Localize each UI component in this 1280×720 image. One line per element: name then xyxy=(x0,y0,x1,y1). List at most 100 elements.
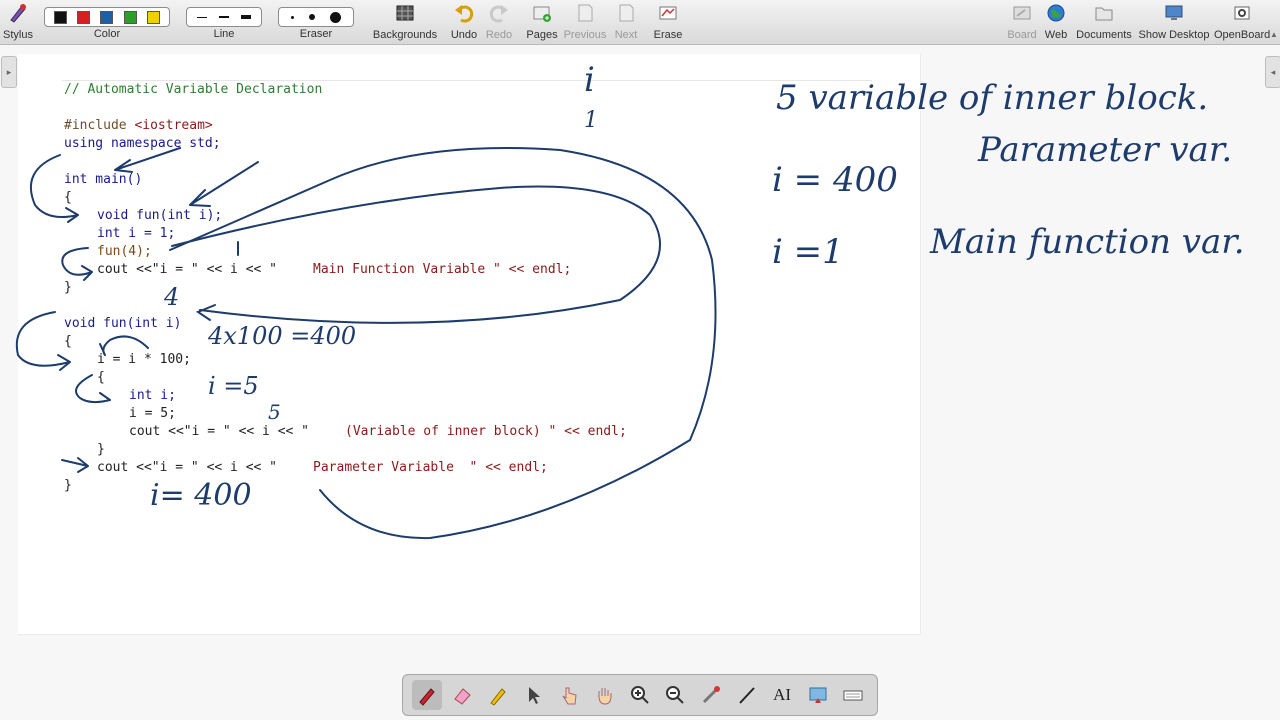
line-width-picker[interactable] xyxy=(186,7,262,27)
color-yellow[interactable] xyxy=(146,10,160,24)
next-button[interactable]: Next xyxy=(610,2,642,41)
pen-tool[interactable] xyxy=(411,680,442,710)
code-comment: // Automatic Variable Declaration xyxy=(64,82,323,97)
openboard-label: OpenBoard xyxy=(1214,29,1271,41)
eraser-label: Eraser xyxy=(299,28,333,40)
line-icon xyxy=(738,687,755,704)
line-thick[interactable] xyxy=(241,15,251,19)
cout-param-part-a: cout <<"i = " << i << " xyxy=(97,460,278,475)
cout-param-part-b: Parameter Variable " << endl; xyxy=(313,460,548,475)
line-thin[interactable] xyxy=(197,16,207,18)
show-desktop-label: Show Desktop xyxy=(1138,29,1210,41)
cout-inner-part-a: cout <<"i = " << i << " xyxy=(129,424,310,439)
keyboard-tool[interactable] xyxy=(838,680,868,710)
eraser-large[interactable] xyxy=(330,11,342,23)
backgrounds-button[interactable]: Backgrounds xyxy=(372,2,438,41)
capture-tool[interactable] xyxy=(803,680,833,710)
documents-button[interactable]: Documents xyxy=(1074,2,1134,41)
color-green[interactable] xyxy=(123,10,137,24)
pages-icon xyxy=(533,6,551,22)
openboard-menu-button[interactable]: OpenBoard xyxy=(1214,2,1270,41)
stylus-button[interactable]: Stylus xyxy=(2,2,34,41)
color-red[interactable] xyxy=(77,10,91,24)
selector-tool[interactable] xyxy=(518,680,548,710)
eraser-medium[interactable] xyxy=(308,14,315,20)
ink-note-main-function: Main function var. xyxy=(930,222,1245,262)
web-label: Web xyxy=(1044,29,1068,41)
tool-palette: AI xyxy=(402,674,878,716)
right-panel-toggle[interactable]: ◂ xyxy=(1265,56,1280,88)
code-brace: { xyxy=(97,370,105,385)
line-medium[interactable] xyxy=(219,16,229,18)
marker-tool[interactable] xyxy=(483,680,513,710)
code-cout-param: cout <<"i = " << i << " Parameter Variabl… xyxy=(97,459,548,477)
hand-icon xyxy=(598,688,612,705)
zoom-in-tool[interactable] xyxy=(625,680,655,710)
undo-button[interactable]: Undo xyxy=(448,2,480,41)
stylus-icon xyxy=(10,4,26,23)
main-toolbar: Stylus Color Line Eraser Backgrounds Und… xyxy=(0,0,1280,45)
code-fun-signature: void fun(int i) xyxy=(64,316,182,331)
cout-main-part-a: cout <<"i = " << i << " xyxy=(97,262,278,277)
marker-icon xyxy=(490,688,506,706)
code-cout-inner: cout <<"i = " << i << " (Variable of inne… xyxy=(129,423,627,441)
code-brace: } xyxy=(97,442,105,457)
code-include-line: #include <iostream> xyxy=(64,117,213,135)
hand-tool[interactable] xyxy=(589,680,619,710)
interact-icon xyxy=(562,687,577,705)
web-button[interactable]: Web xyxy=(1042,2,1070,41)
redo-button[interactable]: Redo xyxy=(484,2,514,41)
color-label: Color xyxy=(93,28,121,40)
redo-label: Redo xyxy=(485,29,513,41)
interact-tool[interactable] xyxy=(554,680,584,710)
eraser-size-picker[interactable] xyxy=(278,7,354,27)
previous-label: Previous xyxy=(563,29,607,41)
ink-top-one: 1 xyxy=(584,108,598,133)
color-picker[interactable] xyxy=(44,7,170,27)
code-inner-assign: i = 5; xyxy=(129,406,176,421)
gear-icon xyxy=(1234,6,1250,20)
eraser-tool[interactable] xyxy=(447,680,477,710)
show-desktop-button[interactable]: Show Desktop xyxy=(1136,2,1212,41)
grid-background-icon xyxy=(396,5,414,21)
monitor-icon xyxy=(1165,5,1183,20)
code-i-multiply: i = i * 100; xyxy=(97,352,191,367)
code-cout-main: cout <<"i = " << i << " Main Function Var… xyxy=(97,261,571,279)
left-panel-toggle[interactable]: ▸ xyxy=(1,56,17,88)
pen-icon xyxy=(419,688,435,706)
text-tool[interactable]: AI xyxy=(767,680,797,710)
laser-pointer-icon xyxy=(702,686,721,704)
laser-pointer-tool[interactable] xyxy=(696,680,726,710)
eraser-small[interactable] xyxy=(290,15,294,19)
zoom-out-icon xyxy=(666,686,685,704)
board-label: Board xyxy=(1007,29,1037,41)
zoom-in-icon xyxy=(630,686,649,704)
capture-icon xyxy=(809,687,827,703)
code-inner-int: int i; xyxy=(129,388,176,403)
zoom-out-tool[interactable] xyxy=(660,680,690,710)
selector-icon xyxy=(529,687,541,704)
keyboard-icon xyxy=(843,690,863,701)
color-black[interactable] xyxy=(54,10,68,24)
text-icon: AI xyxy=(773,685,792,704)
code-fun-call: fun(4); xyxy=(97,244,152,259)
documents-label: Documents xyxy=(1076,29,1132,41)
erase-button[interactable]: Erase xyxy=(652,2,684,41)
undo-icon xyxy=(455,5,474,23)
toolbar-collapse-icon[interactable]: ▲ xyxy=(1270,30,1278,39)
board-icon xyxy=(1013,6,1031,20)
stylus-label: Stylus xyxy=(3,29,33,41)
color-blue[interactable] xyxy=(100,10,114,24)
ink-note-inner-block: 5 variable of inner block. xyxy=(776,78,1209,118)
previous-button[interactable]: Previous xyxy=(562,2,608,41)
eraser-icon xyxy=(454,688,472,705)
board-button[interactable]: Board xyxy=(1006,2,1038,41)
next-page-icon xyxy=(619,4,634,22)
previous-page-icon xyxy=(578,4,593,22)
line-tool[interactable] xyxy=(732,680,762,710)
ink-note-parameter: Parameter var. xyxy=(978,130,1233,170)
ink-i-eq-5: i =5 xyxy=(208,372,259,400)
code-using-line: using namespace std; xyxy=(64,136,221,151)
code-fun-declaration: void fun(int i); xyxy=(97,208,223,223)
pages-button[interactable]: Pages xyxy=(526,2,558,41)
